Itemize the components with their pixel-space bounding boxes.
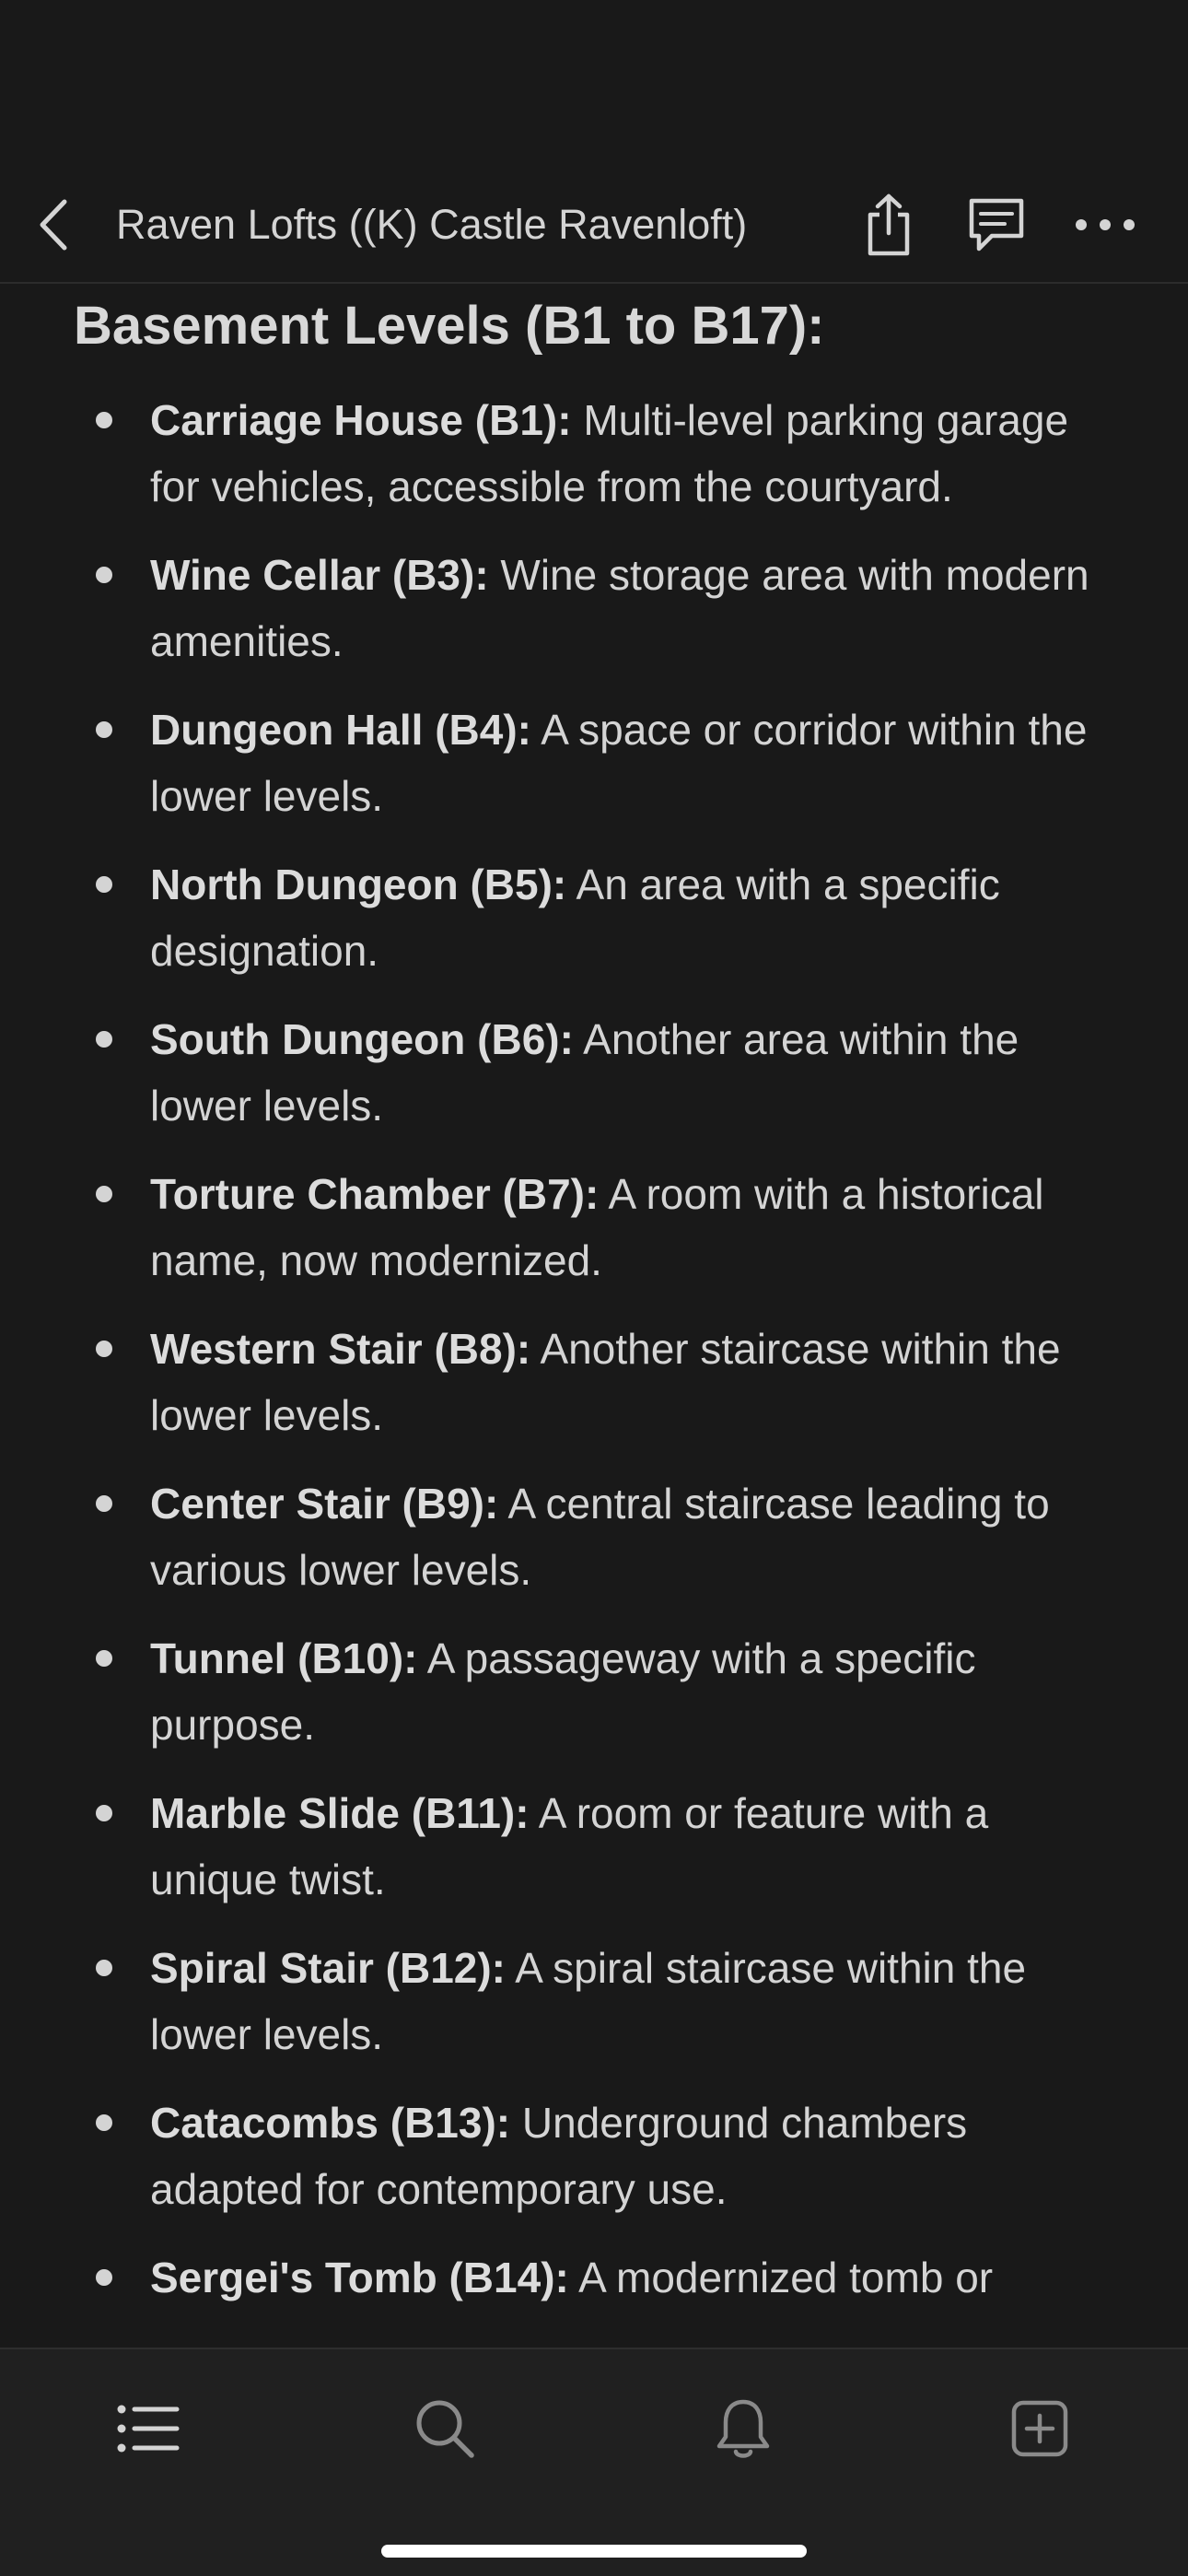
list-item[interactable]: Marble Slide (B11): A room or feature wi… — [0, 1780, 1188, 1913]
item-term: Marble Slide (B11): — [150, 1789, 530, 1837]
bullet-dot — [96, 567, 112, 583]
chevron-left-icon — [40, 199, 67, 251]
list-item[interactable]: Sergei's Tomb (B14): A modernized tomb o… — [0, 2244, 1188, 2311]
tab-sidebar[interactable] — [102, 2383, 194, 2475]
status-bar-area — [0, 0, 1188, 166]
bullet-dot — [96, 1031, 112, 1048]
item-term: South Dungeon (B6): — [150, 1015, 574, 1063]
back-button[interactable] — [28, 195, 79, 254]
item-term: Carriage House (B1): — [150, 396, 572, 444]
bullet-dot — [96, 876, 112, 893]
search-icon — [416, 2400, 474, 2458]
list-item[interactable]: South Dungeon (B6): Another area within … — [0, 1006, 1188, 1139]
list-item[interactable]: Torture Chamber (B7): A room with a hist… — [0, 1161, 1188, 1294]
item-term: Torture Chamber (B7): — [150, 1170, 600, 1218]
item-term: Center Stair (B9): — [150, 1480, 499, 1528]
comment-icon — [969, 198, 1024, 252]
bullet-dot — [96, 1341, 112, 1357]
item-term: Tunnel (B10): — [150, 1634, 418, 1682]
list-item[interactable]: Dungeon Hall (B4): A space or corridor w… — [0, 697, 1188, 829]
list-item[interactable]: Center Stair (B9): A central staircase l… — [0, 1470, 1188, 1603]
bullet-dot — [96, 1960, 112, 1976]
top-navigation-bar: Raven Lofts ((K) Castle Ravenloft) — [0, 166, 1188, 284]
item-term: Western Stair (B8): — [150, 1325, 531, 1373]
home-indicator — [381, 2545, 807, 2558]
item-term: North Dungeon (B5): — [150, 861, 567, 908]
list-item[interactable]: Carriage House (B1): Multi-level parking… — [0, 387, 1188, 520]
page-title[interactable]: Raven Lofts ((K) Castle Ravenloft) — [116, 166, 747, 284]
item-term: Dungeon Hall (B4): — [150, 706, 531, 754]
item-term: Spiral Stair (B12): — [150, 1944, 506, 1992]
item-term: Wine Cellar (B3): — [150, 551, 489, 599]
bullet-dot — [96, 721, 112, 738]
bullet-dot — [96, 1186, 112, 1202]
bullet-dot — [96, 2269, 112, 2286]
bullet-dot — [96, 1805, 112, 1821]
list-item[interactable]: North Dungeon (B5): An area with a speci… — [0, 851, 1188, 984]
bullet-dot — [96, 1495, 112, 1512]
comments-button[interactable] — [960, 188, 1033, 262]
bullet-dot — [96, 2114, 112, 2131]
tab-new-page[interactable] — [994, 2383, 1086, 2475]
new-page-icon — [1011, 2400, 1068, 2457]
section-heading[interactable]: Basement Levels (B1 to B17): — [74, 295, 824, 357]
list-icon — [117, 2405, 180, 2453]
bullet-dot — [96, 412, 112, 428]
more-icon — [1076, 219, 1135, 230]
share-button[interactable] — [852, 188, 926, 262]
item-description: A modernized tomb or — [568, 2254, 994, 2301]
list-item[interactable]: Western Stair (B8): Another staircase wi… — [0, 1316, 1188, 1448]
item-term: Catacombs (B13): — [150, 2099, 511, 2147]
bell-icon — [716, 2399, 770, 2458]
bottom-tab-bar — [0, 2348, 1188, 2576]
item-term: Sergei's Tomb (B14): — [150, 2254, 569, 2301]
list-item[interactable]: Wine Cellar (B3): Wine storage area with… — [0, 542, 1188, 674]
bullet-dot — [96, 1650, 112, 1667]
list-item[interactable]: Spiral Stair (B12): A spiral staircase w… — [0, 1935, 1188, 2067]
page-content: Basement Levels (B1 to B17): Carriage Ho… — [0, 284, 1188, 2348]
tab-notifications[interactable] — [697, 2383, 789, 2475]
tab-search[interactable] — [399, 2383, 491, 2475]
more-button[interactable] — [1068, 188, 1142, 262]
share-icon — [868, 193, 910, 256]
list-item[interactable]: Tunnel (B10): A passageway with a specif… — [0, 1625, 1188, 1758]
basement-levels-list: Carriage House (B1): Multi-level parking… — [0, 387, 1188, 2333]
list-item[interactable]: Catacombs (B13): Underground chambers ad… — [0, 2090, 1188, 2222]
